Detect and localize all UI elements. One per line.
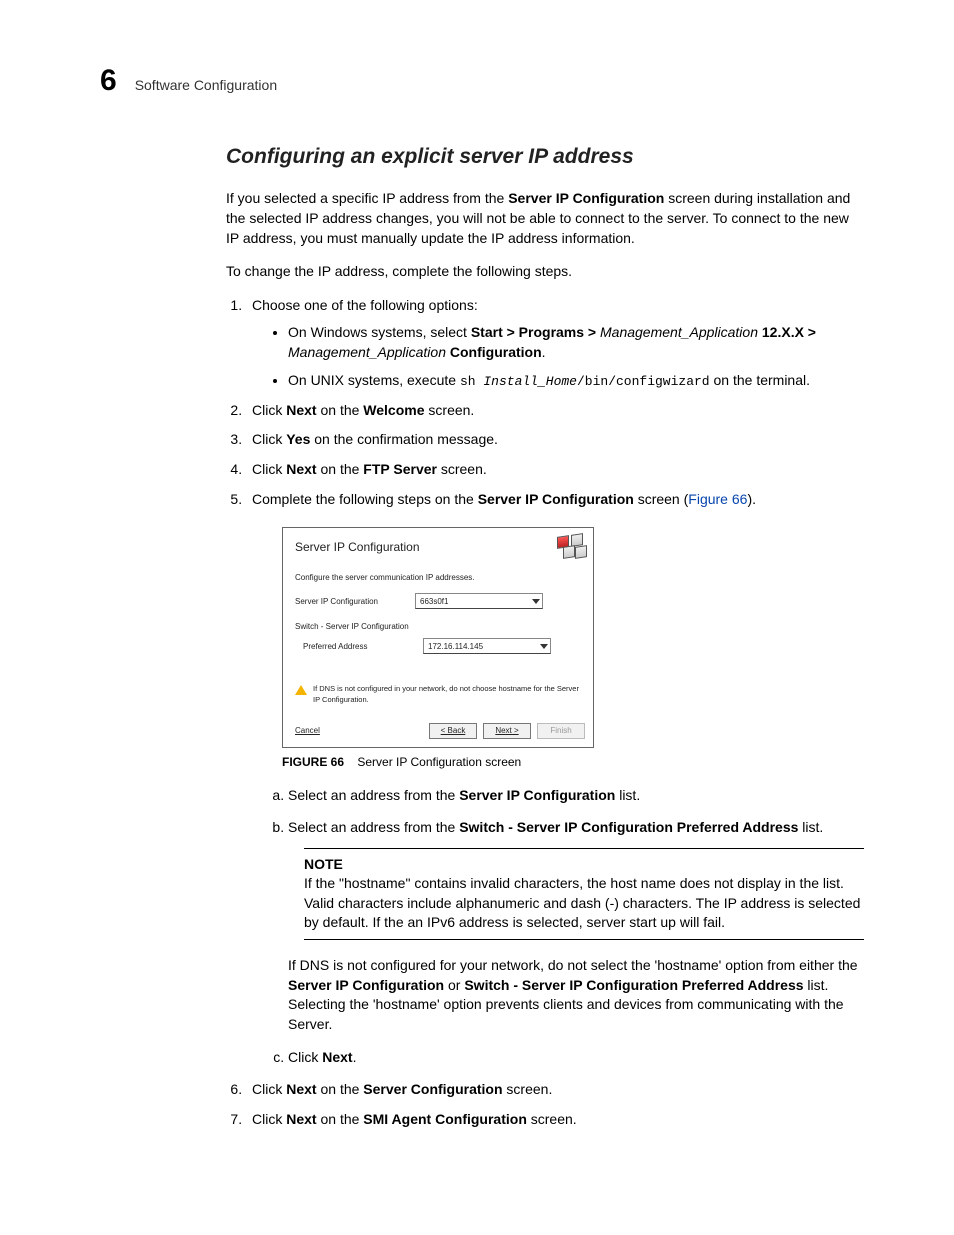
figure-caption: FIGURE 66 Server IP Configuration screen (282, 754, 864, 771)
dialog-instruction: Configure the server communication IP ad… (295, 572, 581, 583)
figure-66: Server IP Configuration Configure the se… (282, 527, 864, 770)
step-7: Click Next on the SMI Agent Configuratio… (246, 1110, 864, 1130)
preferred-address-label: Preferred Address (303, 641, 423, 652)
chapter-number: 6 (100, 60, 117, 102)
step-1: Choose one of the following options: On … (246, 296, 864, 391)
intro-para-1: If you selected a specific IP address fr… (226, 189, 864, 248)
page-header: 6 Software Configuration (100, 60, 864, 102)
intro-para-2: To change the IP address, complete the f… (226, 262, 864, 282)
step-6: Click Next on the Server Configuration s… (246, 1080, 864, 1100)
finish-button: Finish (537, 723, 585, 738)
cancel-button[interactable]: Cancel (295, 725, 320, 736)
step-2: Click Next on the Welcome screen. (246, 401, 864, 421)
chapter-title: Software Configuration (135, 76, 277, 96)
next-button[interactable]: Next > (483, 723, 531, 738)
step-5b: Select an address from the Switch - Serv… (288, 818, 864, 1034)
dns-warning: If DNS is not configured in your network… (295, 684, 581, 705)
steps-list: Choose one of the following options: On … (226, 296, 864, 1129)
preferred-address-dropdown[interactable]: 172.16.114.145 (423, 638, 551, 654)
chevron-down-icon (532, 599, 540, 604)
dns-advice: If DNS is not configured for your networ… (288, 956, 864, 1034)
note-block: NOTE If the "hostname" contains invalid … (304, 848, 864, 940)
server-ip-dropdown[interactable]: 663s0f1 (415, 593, 543, 609)
step-5: Complete the following steps on the Serv… (246, 490, 864, 1068)
section-heading: Configuring an explicit server IP addres… (226, 142, 864, 171)
dialog-title: Server IP Configuration (295, 539, 420, 556)
step-1-unix: On UNIX systems, execute sh Install_Home… (288, 371, 864, 391)
body: Configuring an explicit server IP addres… (226, 142, 864, 1129)
switch-section-label: Switch - Server IP Configuration (295, 621, 581, 632)
step-4: Click Next on the FTP Server screen. (246, 460, 864, 480)
step-3: Click Yes on the confirmation message. (246, 430, 864, 450)
dialog-server-ip: Server IP Configuration Configure the se… (282, 527, 594, 748)
chevron-down-icon (540, 644, 548, 649)
figure-xref[interactable]: Figure 66 (688, 491, 747, 507)
step-1-windows: On Windows systems, select Start > Progr… (288, 323, 864, 362)
back-button[interactable]: < Back (429, 723, 477, 738)
step-5a: Select an address from the Server IP Con… (288, 786, 864, 806)
warning-icon (295, 685, 307, 695)
network-cubes-icon (557, 536, 583, 558)
step-5c: Click Next. (288, 1048, 864, 1068)
server-ip-label: Server IP Configuration (295, 596, 415, 607)
